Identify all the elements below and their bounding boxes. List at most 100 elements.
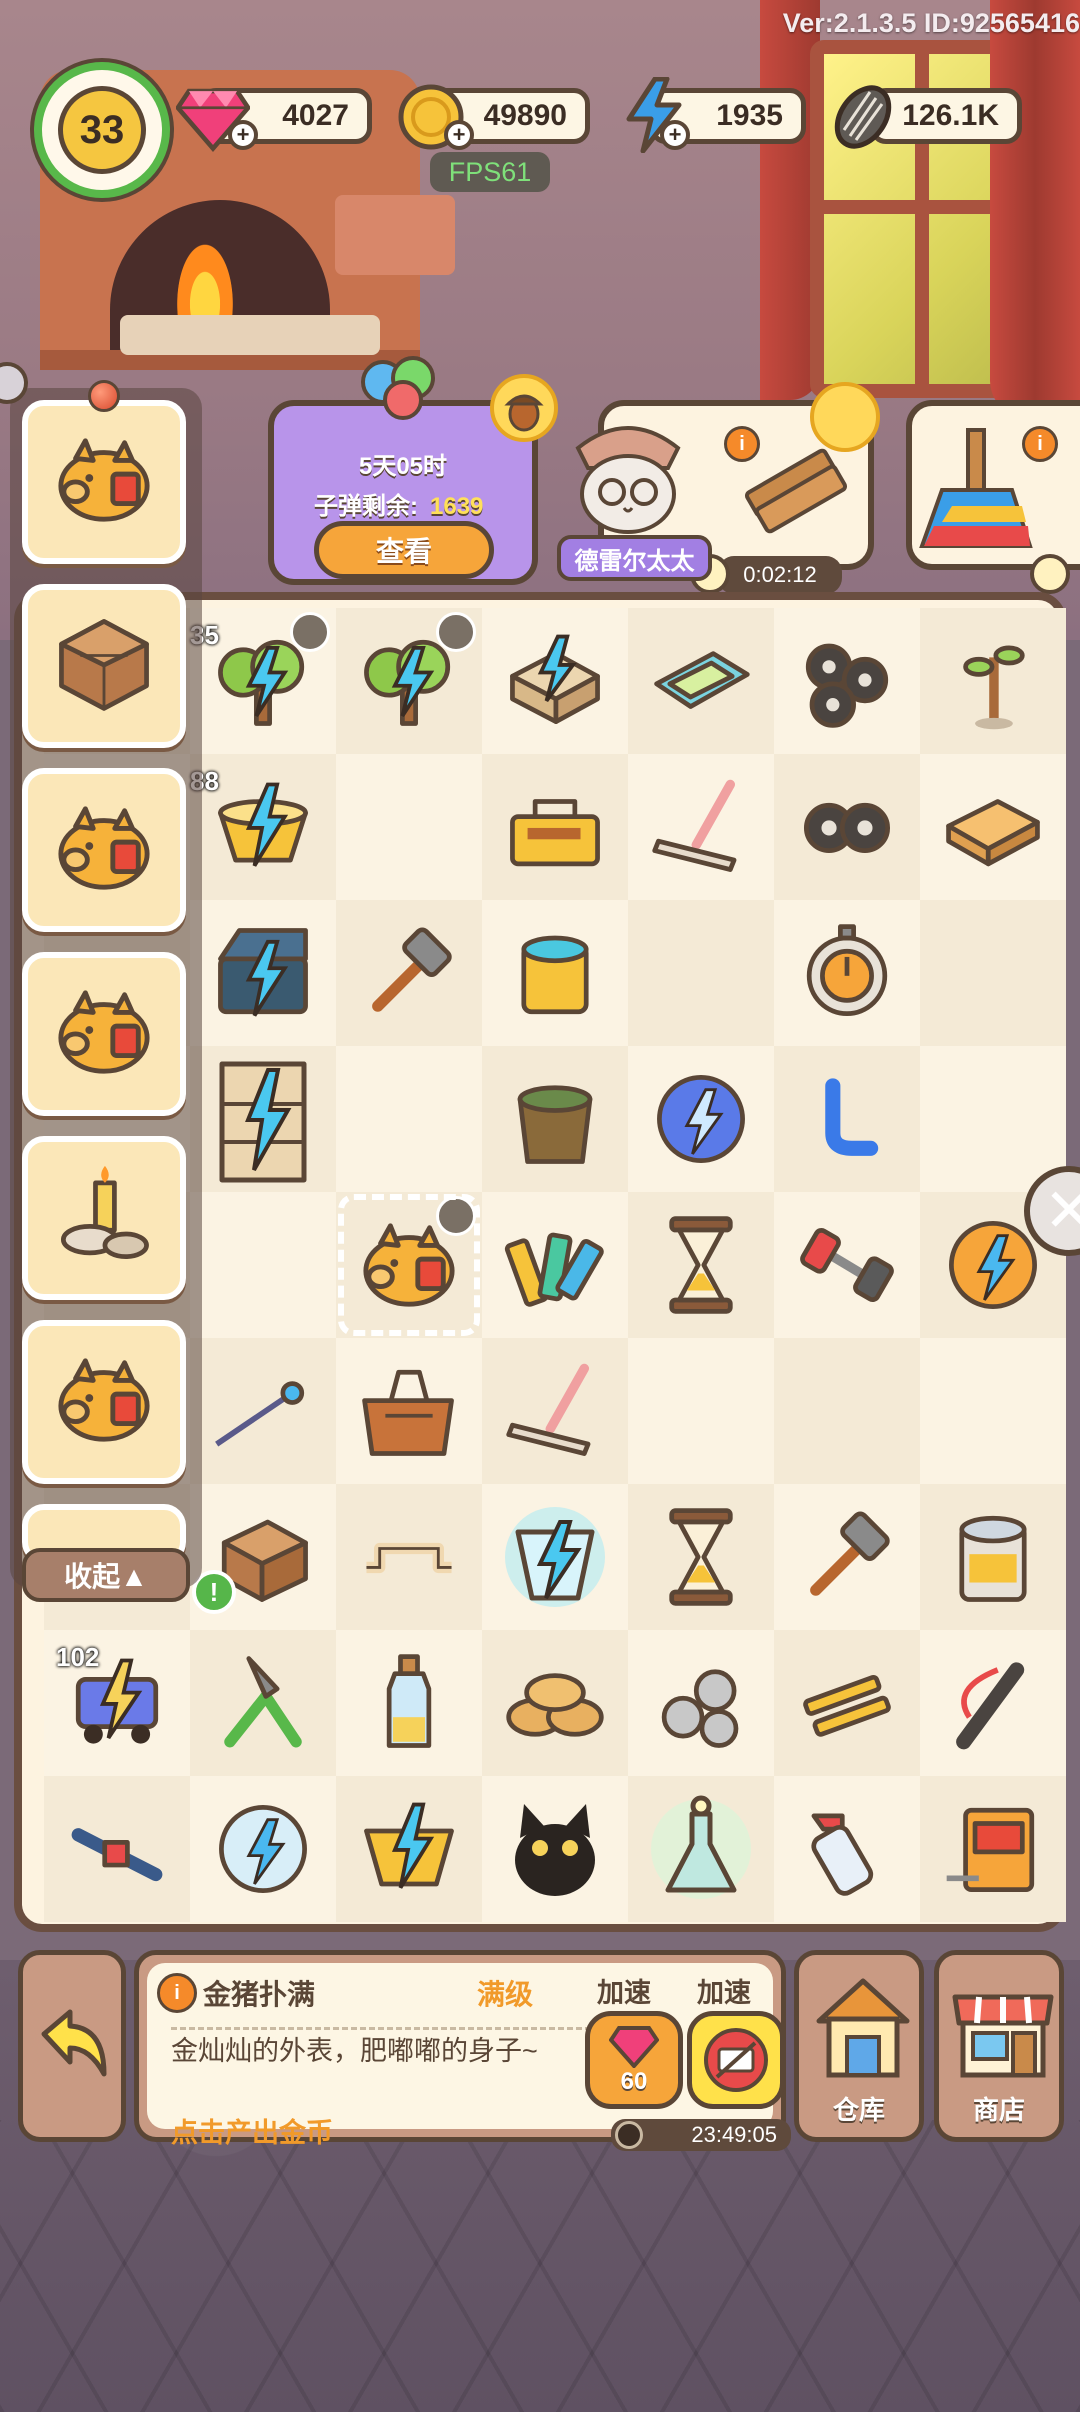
spray-bottle-icon[interactable] (788, 1790, 906, 1908)
back-button[interactable] (18, 1950, 126, 2142)
energy-bowl2-icon[interactable] (350, 1790, 468, 1908)
vending-box-icon[interactable] (934, 1790, 1052, 1908)
trash-can-icon[interactable] (496, 1060, 614, 1178)
sapling-icon[interactable] (934, 622, 1052, 740)
board-cell[interactable] (482, 900, 628, 1046)
bottle-icon[interactable] (350, 1644, 468, 1762)
board-cell[interactable] (482, 1338, 628, 1484)
utility-knife-icon[interactable] (934, 1644, 1052, 1762)
player-level-badge[interactable]: 33 (34, 62, 170, 198)
squeegee-icon[interactable] (496, 1352, 614, 1470)
board-cell[interactable] (628, 1046, 774, 1192)
paint-tubes-icon[interactable] (496, 1206, 614, 1324)
board-cell[interactable] (190, 1776, 336, 1922)
hammer-icon[interactable] (350, 914, 468, 1032)
board-cell[interactable] (336, 1046, 482, 1192)
board-cell[interactable] (190, 1338, 336, 1484)
energy-chest-icon[interactable] (204, 914, 322, 1032)
item-info-icon[interactable]: i (157, 1973, 197, 2013)
paint-can2-icon[interactable] (934, 1498, 1052, 1616)
board-cell[interactable] (482, 1630, 628, 1776)
tires2-icon[interactable] (788, 768, 906, 886)
board-cell[interactable] (920, 1776, 1066, 1922)
tires-icon[interactable] (788, 622, 906, 740)
board-cell[interactable] (774, 608, 920, 754)
board-cell[interactable] (628, 1338, 774, 1484)
board-cell[interactable] (336, 1776, 482, 1922)
order-card-2[interactable]: i (906, 400, 1080, 570)
handle-icon[interactable] (350, 1498, 468, 1616)
queue-item[interactable] (22, 400, 186, 564)
squeegee-icon[interactable] (642, 768, 760, 886)
black-cat-icon[interactable] (496, 1790, 614, 1908)
board-cell[interactable] (336, 1484, 482, 1630)
energy-shelf-icon[interactable] (204, 1060, 322, 1183)
board-cell[interactable] (920, 1338, 1066, 1484)
hourglass-icon[interactable] (642, 1498, 760, 1616)
board-cell[interactable] (336, 754, 482, 900)
screws-icon[interactable] (642, 1644, 760, 1762)
board-cell[interactable] (190, 1046, 336, 1192)
board-cell[interactable] (920, 1630, 1066, 1776)
queue-item[interactable] (22, 584, 186, 748)
board-cell[interactable] (920, 608, 1066, 754)
collapse-queue-button[interactable]: 收起▲ (22, 1548, 190, 1602)
pipe-t-icon[interactable] (58, 1790, 176, 1908)
board-cell[interactable] (190, 1192, 336, 1338)
pruners-icon[interactable] (204, 1644, 322, 1762)
hammer-icon[interactable] (788, 1498, 906, 1616)
add-energy-icon[interactable]: + (660, 120, 690, 150)
energy-glass-icon[interactable] (496, 1498, 614, 1616)
board-cell[interactable] (628, 754, 774, 900)
queue-item[interactable] (22, 1320, 186, 1484)
ad-speedup-button[interactable] (687, 2011, 785, 2109)
board-cell[interactable] (482, 1046, 628, 1192)
paint-can-icon[interactable] (496, 914, 614, 1032)
board-cell[interactable] (482, 608, 628, 754)
board-cell[interactable] (44, 1776, 190, 1922)
board-cell[interactable] (774, 1484, 920, 1630)
stopwatch-icon[interactable] (788, 914, 906, 1032)
energy-orb-blue-icon[interactable] (642, 1060, 760, 1178)
glass-vase-icon[interactable] (642, 1790, 760, 1908)
shop-button[interactable]: 商店 (934, 1950, 1064, 2142)
warehouse-button[interactable]: 仓库 (794, 1950, 924, 2142)
tool-crate-icon[interactable] (350, 1352, 468, 1470)
syringes-icon[interactable] (788, 1644, 906, 1762)
board-cell[interactable] (190, 900, 336, 1046)
board-cell[interactable] (482, 1484, 628, 1630)
tray-icon[interactable] (934, 768, 1052, 886)
energy-bowl-icon[interactable] (204, 768, 322, 886)
board-cell[interactable] (920, 900, 1066, 1046)
board-cell[interactable] (920, 754, 1066, 900)
board-cell[interactable] (920, 1484, 1066, 1630)
board-cell[interactable] (628, 1630, 774, 1776)
board-cell[interactable] (336, 1338, 482, 1484)
board-cell[interactable] (774, 1192, 920, 1338)
board-cell[interactable] (774, 1338, 920, 1484)
board-cell[interactable] (628, 1776, 774, 1922)
board-cell[interactable] (628, 608, 774, 754)
board-cell[interactable] (628, 900, 774, 1046)
queue-item[interactable] (22, 768, 186, 932)
dumbbell-icon[interactable] (788, 1206, 906, 1324)
pipe-elbow-icon[interactable] (788, 1060, 906, 1178)
board-cell[interactable] (774, 754, 920, 900)
board-cell[interactable] (774, 1776, 920, 1922)
add-gem-icon[interactable]: + (228, 120, 258, 150)
mouse-trap-icon[interactable] (642, 622, 760, 740)
toolbox-icon[interactable] (496, 768, 614, 886)
board-cell[interactable] (482, 754, 628, 900)
fishing-rod-icon[interactable] (204, 1352, 322, 1470)
board-cell[interactable] (482, 1776, 628, 1922)
queue-item[interactable] (22, 1136, 186, 1300)
add-coin-icon[interactable]: + (444, 120, 474, 150)
board-cell[interactable] (628, 1484, 774, 1630)
hourglass-icon[interactable] (642, 1206, 760, 1324)
board-cell[interactable] (774, 1630, 920, 1776)
board-cell[interactable] (190, 1630, 336, 1776)
energy-orb-white-icon[interactable] (204, 1790, 322, 1908)
board-cell[interactable] (774, 1046, 920, 1192)
gem-speedup-button[interactable]: 60 (585, 2011, 683, 2109)
energy-box-icon[interactable] (496, 622, 614, 740)
